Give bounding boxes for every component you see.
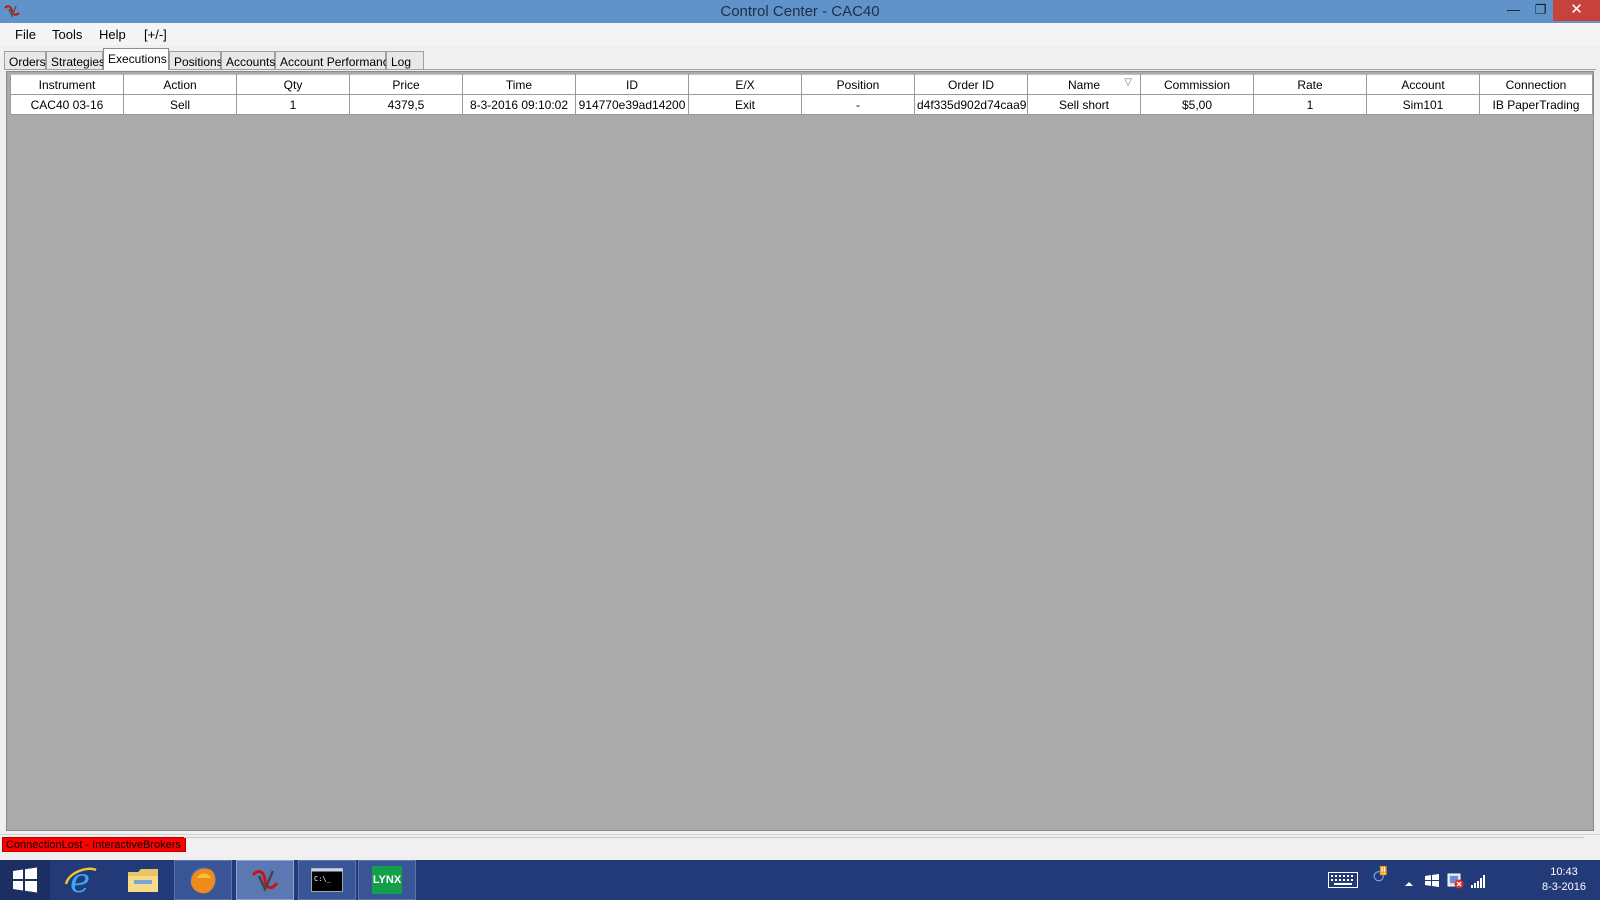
menu-expand-toggle[interactable]: [+/-] bbox=[144, 27, 167, 42]
keyboard-icon[interactable] bbox=[1328, 872, 1358, 888]
taskbar-clock[interactable]: 10:43 8-3-2016 bbox=[1542, 865, 1586, 895]
column-header-name-label: Name bbox=[1067, 77, 1100, 92]
show-hidden-icons-chevron-icon[interactable] bbox=[1404, 876, 1414, 892]
column-header-id[interactable]: ID bbox=[575, 74, 689, 95]
cell-position[interactable]: - bbox=[801, 94, 915, 115]
status-bar: ConnectionLost - InteractiveBrokers bbox=[0, 834, 1600, 852]
windows-logo-icon bbox=[13, 867, 37, 893]
system-tray: 10:43 8-3-2016 bbox=[1328, 860, 1600, 900]
executions-panel: Instrument Action Qty Price Time ID E/X … bbox=[6, 71, 1594, 831]
menu-tools[interactable]: Tools bbox=[52, 27, 82, 42]
taskbar-command-prompt[interactable]: C:\_ bbox=[298, 860, 356, 900]
executions-grid: Instrument Action Qty Price Time ID E/X … bbox=[10, 74, 1593, 115]
column-header-action[interactable]: Action bbox=[123, 74, 237, 95]
column-header-order-id[interactable]: Order ID bbox=[914, 74, 1028, 95]
folder-icon bbox=[128, 869, 158, 892]
column-header-ex[interactable]: E/X bbox=[688, 74, 802, 95]
cell-price[interactable]: 4379,5 bbox=[349, 94, 463, 115]
notification-alert-icon[interactable] bbox=[1368, 866, 1394, 882]
menu-help[interactable]: Help bbox=[99, 27, 126, 42]
cell-time[interactable]: 8-3-2016 09:10:02 bbox=[462, 94, 576, 115]
cell-order-id[interactable]: d4f335d902d74caa9 bbox=[914, 94, 1028, 115]
ninjatrader-icon bbox=[251, 870, 279, 893]
tab-executions[interactable]: Executions bbox=[103, 48, 169, 70]
column-header-commission[interactable]: Commission bbox=[1140, 74, 1254, 95]
action-center-flag-icon[interactable] bbox=[1424, 873, 1440, 889]
column-header-price[interactable]: Price bbox=[349, 74, 463, 95]
restore-button[interactable]: ❐ bbox=[1527, 0, 1554, 21]
internet-explorer-icon: e bbox=[64, 864, 97, 896]
column-header-time[interactable]: Time bbox=[462, 74, 576, 95]
status-bar-panel bbox=[184, 837, 1584, 852]
cell-qty[interactable]: 1 bbox=[236, 94, 350, 115]
clock-date: 8-3-2016 bbox=[1541, 881, 1586, 893]
cell-name[interactable]: Sell short bbox=[1027, 94, 1141, 115]
cell-commission[interactable]: $5,00 bbox=[1140, 94, 1254, 115]
tab-divider bbox=[4, 69, 1596, 70]
column-header-qty[interactable]: Qty bbox=[236, 74, 350, 95]
network-disconnected-icon[interactable] bbox=[1446, 873, 1464, 889]
cell-connection[interactable]: IB PaperTrading bbox=[1479, 94, 1593, 115]
taskbar-ninjatrader[interactable] bbox=[236, 860, 294, 900]
column-header-account[interactable]: Account bbox=[1366, 74, 1480, 95]
cell-id[interactable]: 914770e39ad14200 bbox=[575, 94, 689, 115]
sort-descending-icon: ▽ bbox=[1124, 77, 1132, 88]
title-bar: Control Center - CAC40 — ❐ ✕ bbox=[0, 0, 1600, 23]
tab-orders[interactable]: Orders bbox=[4, 51, 46, 70]
minimize-button[interactable]: — bbox=[1500, 0, 1527, 21]
tab-accounts[interactable]: Accounts bbox=[221, 51, 275, 70]
lynx-icon: LYNX bbox=[372, 866, 402, 894]
taskbar-file-explorer[interactable] bbox=[114, 860, 172, 900]
signal-strength-icon[interactable] bbox=[1470, 873, 1486, 889]
clock-time: 10:43 bbox=[1550, 866, 1578, 878]
column-header-instrument[interactable]: Instrument bbox=[10, 74, 124, 95]
tab-log[interactable]: Log bbox=[386, 51, 424, 70]
table-row[interactable]: CAC40 03-16 Sell 1 4379,5 8-3-2016 09:10… bbox=[10, 94, 1593, 115]
cell-ex[interactable]: Exit bbox=[688, 94, 802, 115]
close-button[interactable]: ✕ bbox=[1553, 0, 1600, 21]
grid-header-row: Instrument Action Qty Price Time ID E/X … bbox=[10, 74, 1593, 95]
window-title: Control Center - CAC40 bbox=[720, 3, 880, 20]
cell-rate[interactable]: 1 bbox=[1253, 94, 1367, 115]
column-header-position[interactable]: Position bbox=[801, 74, 915, 95]
connection-status-message: ConnectionLost - InteractiveBrokers bbox=[2, 837, 186, 852]
taskbar-lynx[interactable]: LYNX bbox=[358, 860, 416, 900]
taskbar-internet-explorer[interactable]: e bbox=[52, 860, 110, 900]
command-prompt-icon: C:\_ bbox=[311, 868, 343, 892]
svg-text:C:\_: C:\_ bbox=[314, 875, 332, 883]
tab-account-performance[interactable]: Account Performance bbox=[275, 51, 395, 70]
start-button[interactable] bbox=[0, 860, 50, 900]
cell-action[interactable]: Sell bbox=[123, 94, 237, 115]
menu-file[interactable]: File bbox=[15, 27, 36, 42]
column-header-connection[interactable]: Connection bbox=[1479, 74, 1593, 95]
tab-strategies[interactable]: Strategies bbox=[46, 51, 105, 70]
windows-taskbar: e C:\_ LYNX 10:43 8-3-2016 bbox=[0, 860, 1600, 900]
column-header-rate[interactable]: Rate bbox=[1253, 74, 1367, 95]
column-header-name[interactable]: Name ▽ bbox=[1027, 74, 1141, 95]
cell-instrument[interactable]: CAC40 03-16 bbox=[10, 94, 124, 115]
taskbar-firefox[interactable] bbox=[174, 860, 232, 900]
lynx-icon-label: LYNX bbox=[372, 874, 402, 886]
tab-positions[interactable]: Positions bbox=[169, 51, 223, 70]
firefox-icon bbox=[190, 867, 216, 894]
menu-bar: File Tools Help [+/-] bbox=[0, 23, 1600, 45]
cell-account[interactable]: Sim101 bbox=[1366, 94, 1480, 115]
